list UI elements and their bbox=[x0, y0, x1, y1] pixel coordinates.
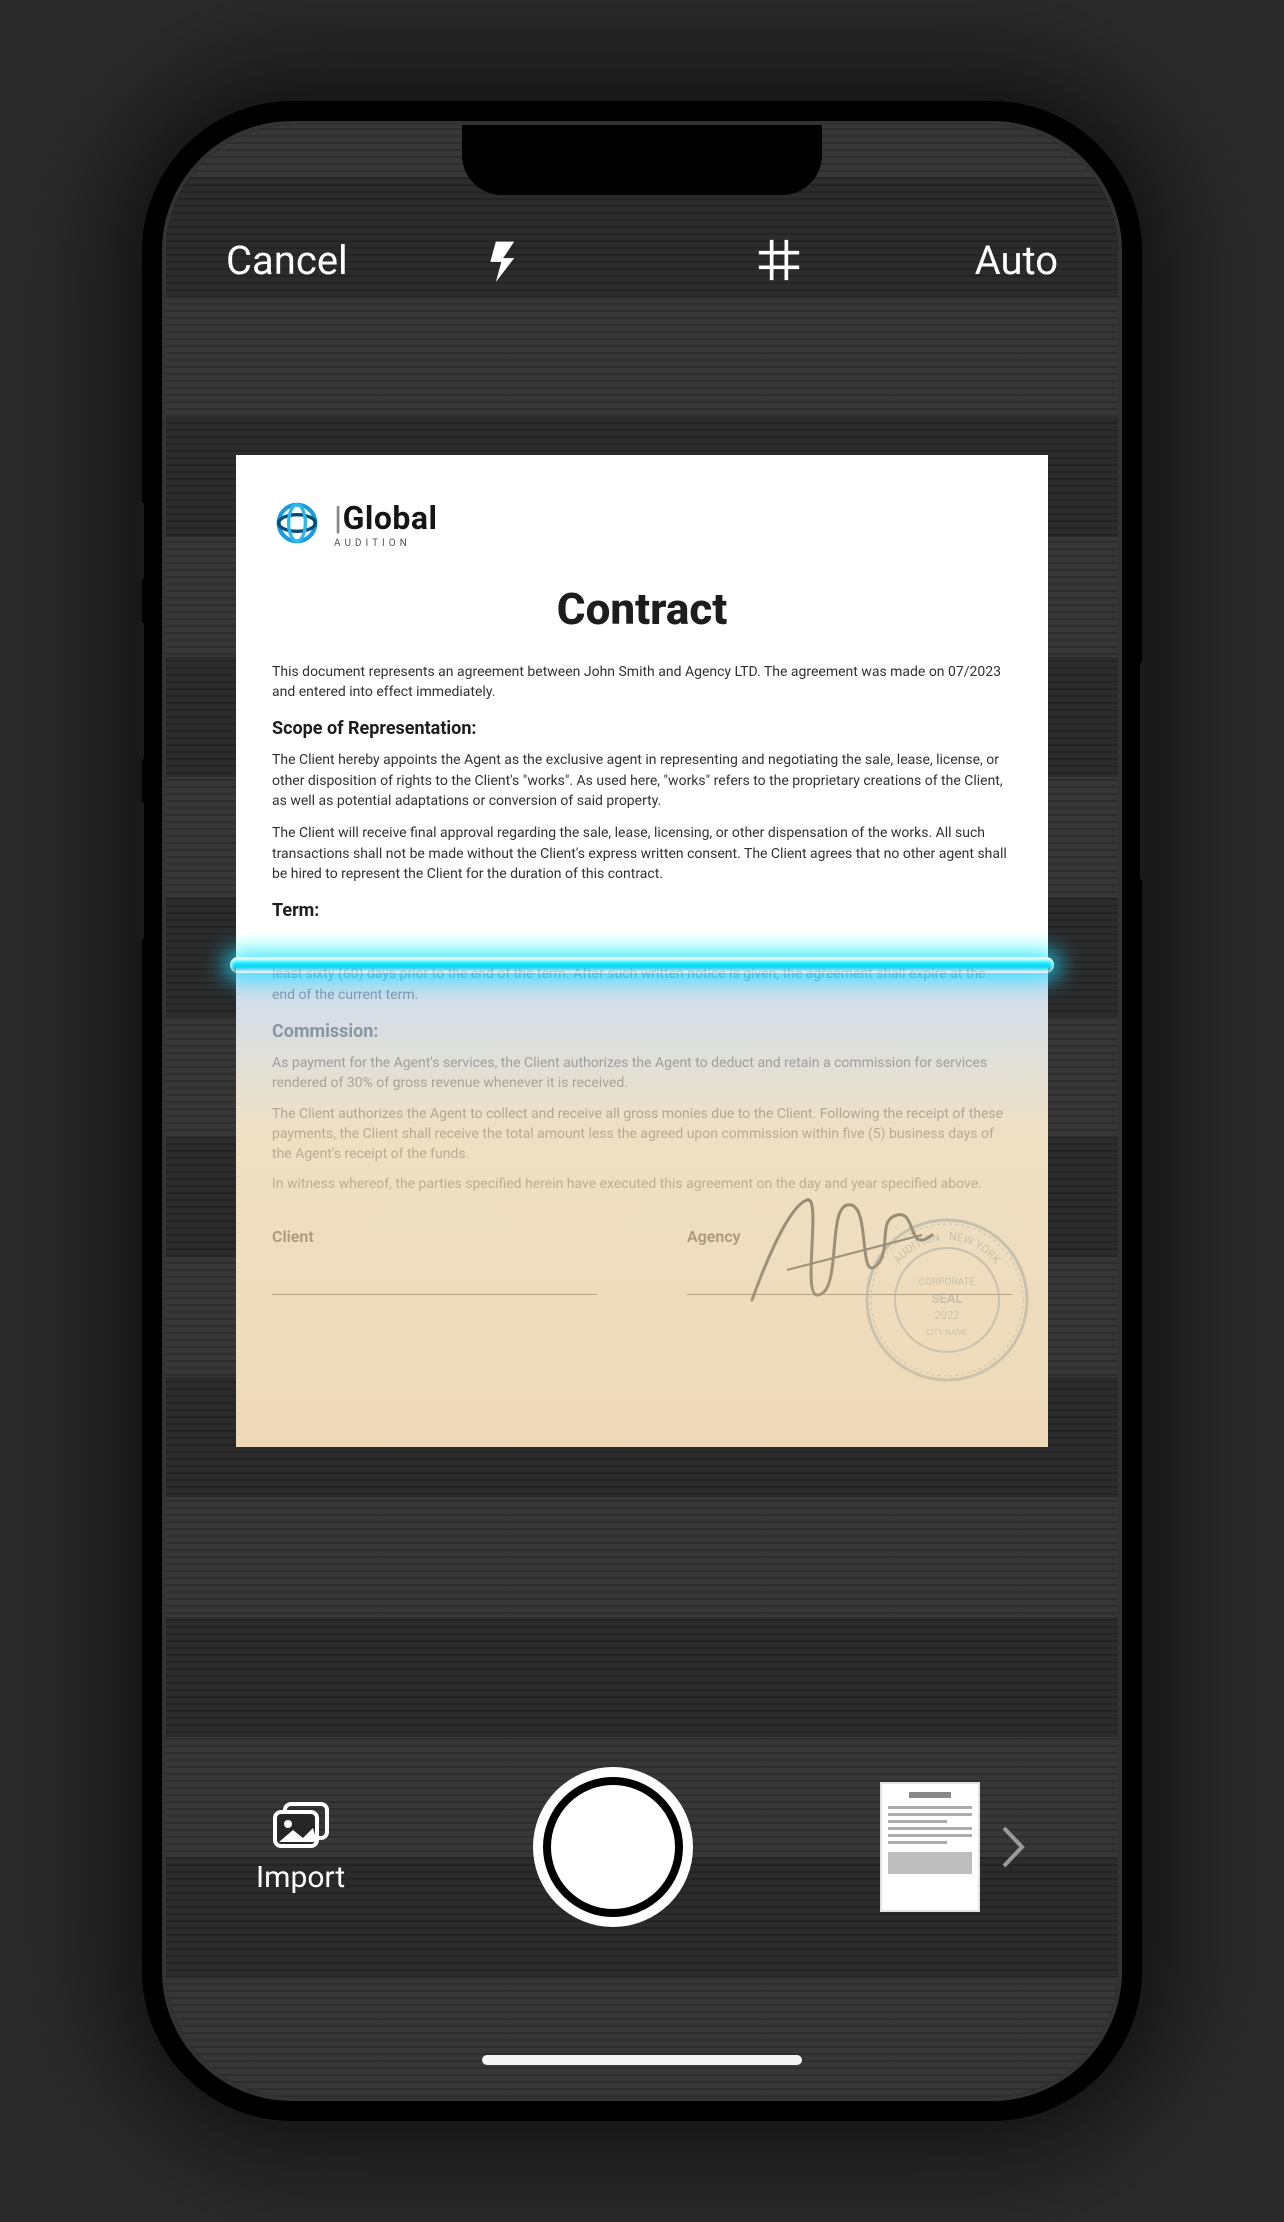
globe-icon bbox=[272, 498, 322, 548]
grid-toggle-button[interactable] bbox=[757, 238, 801, 282]
chevron-right-icon[interactable] bbox=[998, 1822, 1028, 1872]
home-indicator[interactable] bbox=[482, 2055, 802, 2065]
scanned-document: |Global AUDITION Contract This document … bbox=[236, 455, 1048, 1447]
client-label: Client bbox=[272, 1225, 597, 1248]
flash-button[interactable] bbox=[483, 238, 527, 282]
signature-row: CORPORATE SEAL 2022 CITY NAME AUDITION ·… bbox=[272, 1225, 1012, 1295]
grid-icon bbox=[757, 238, 801, 282]
volume-down-button bbox=[136, 801, 144, 941]
camera-viewport: Cancel bbox=[166, 125, 1118, 2097]
scan-line bbox=[230, 957, 1054, 973]
commission-p1: As payment for the Agent's services, the… bbox=[272, 1053, 1012, 1094]
commission-p2: The Client authorizes the Agent to colle… bbox=[272, 1104, 1012, 1165]
cancel-button[interactable]: Cancel bbox=[226, 237, 348, 284]
intro-paragraph: This document represents an agreement be… bbox=[272, 662, 1012, 703]
document-preview: |Global AUDITION Contract This document … bbox=[236, 455, 1048, 1447]
shutter-button[interactable] bbox=[533, 1767, 693, 1927]
phone-frame: Cancel bbox=[142, 101, 1142, 2121]
side-button bbox=[136, 501, 144, 581]
scope-p2: The Client will receive final approval r… bbox=[272, 823, 1012, 884]
scope-heading: Scope of Representation: bbox=[272, 716, 1012, 742]
import-label: Import bbox=[256, 1860, 345, 1895]
company-logo: |Global AUDITION bbox=[272, 495, 1012, 552]
gallery-icon bbox=[271, 1800, 331, 1850]
signature-icon bbox=[742, 1185, 942, 1315]
bottom-bar: Import bbox=[166, 1747, 1118, 1947]
top-toolbar: Cancel bbox=[166, 215, 1118, 305]
flash-icon bbox=[483, 238, 527, 282]
term-heading: Term: bbox=[272, 898, 1012, 924]
svg-text:CITY NAME: CITY NAME bbox=[926, 1328, 968, 1337]
auto-mode-button[interactable]: Auto bbox=[975, 237, 1058, 284]
power-button bbox=[1140, 661, 1148, 881]
scope-p1: The Client hereby appoints the Agent as … bbox=[272, 750, 1012, 811]
logo-name: Global bbox=[343, 499, 438, 537]
notch bbox=[462, 125, 822, 195]
client-signature-line bbox=[272, 1294, 597, 1295]
document-title: Contract bbox=[272, 578, 1012, 642]
import-button[interactable]: Import bbox=[256, 1800, 345, 1895]
commission-heading: Commission: bbox=[272, 1019, 1012, 1045]
scan-thumbnail[interactable] bbox=[880, 1782, 980, 1912]
volume-up-button bbox=[136, 621, 144, 761]
